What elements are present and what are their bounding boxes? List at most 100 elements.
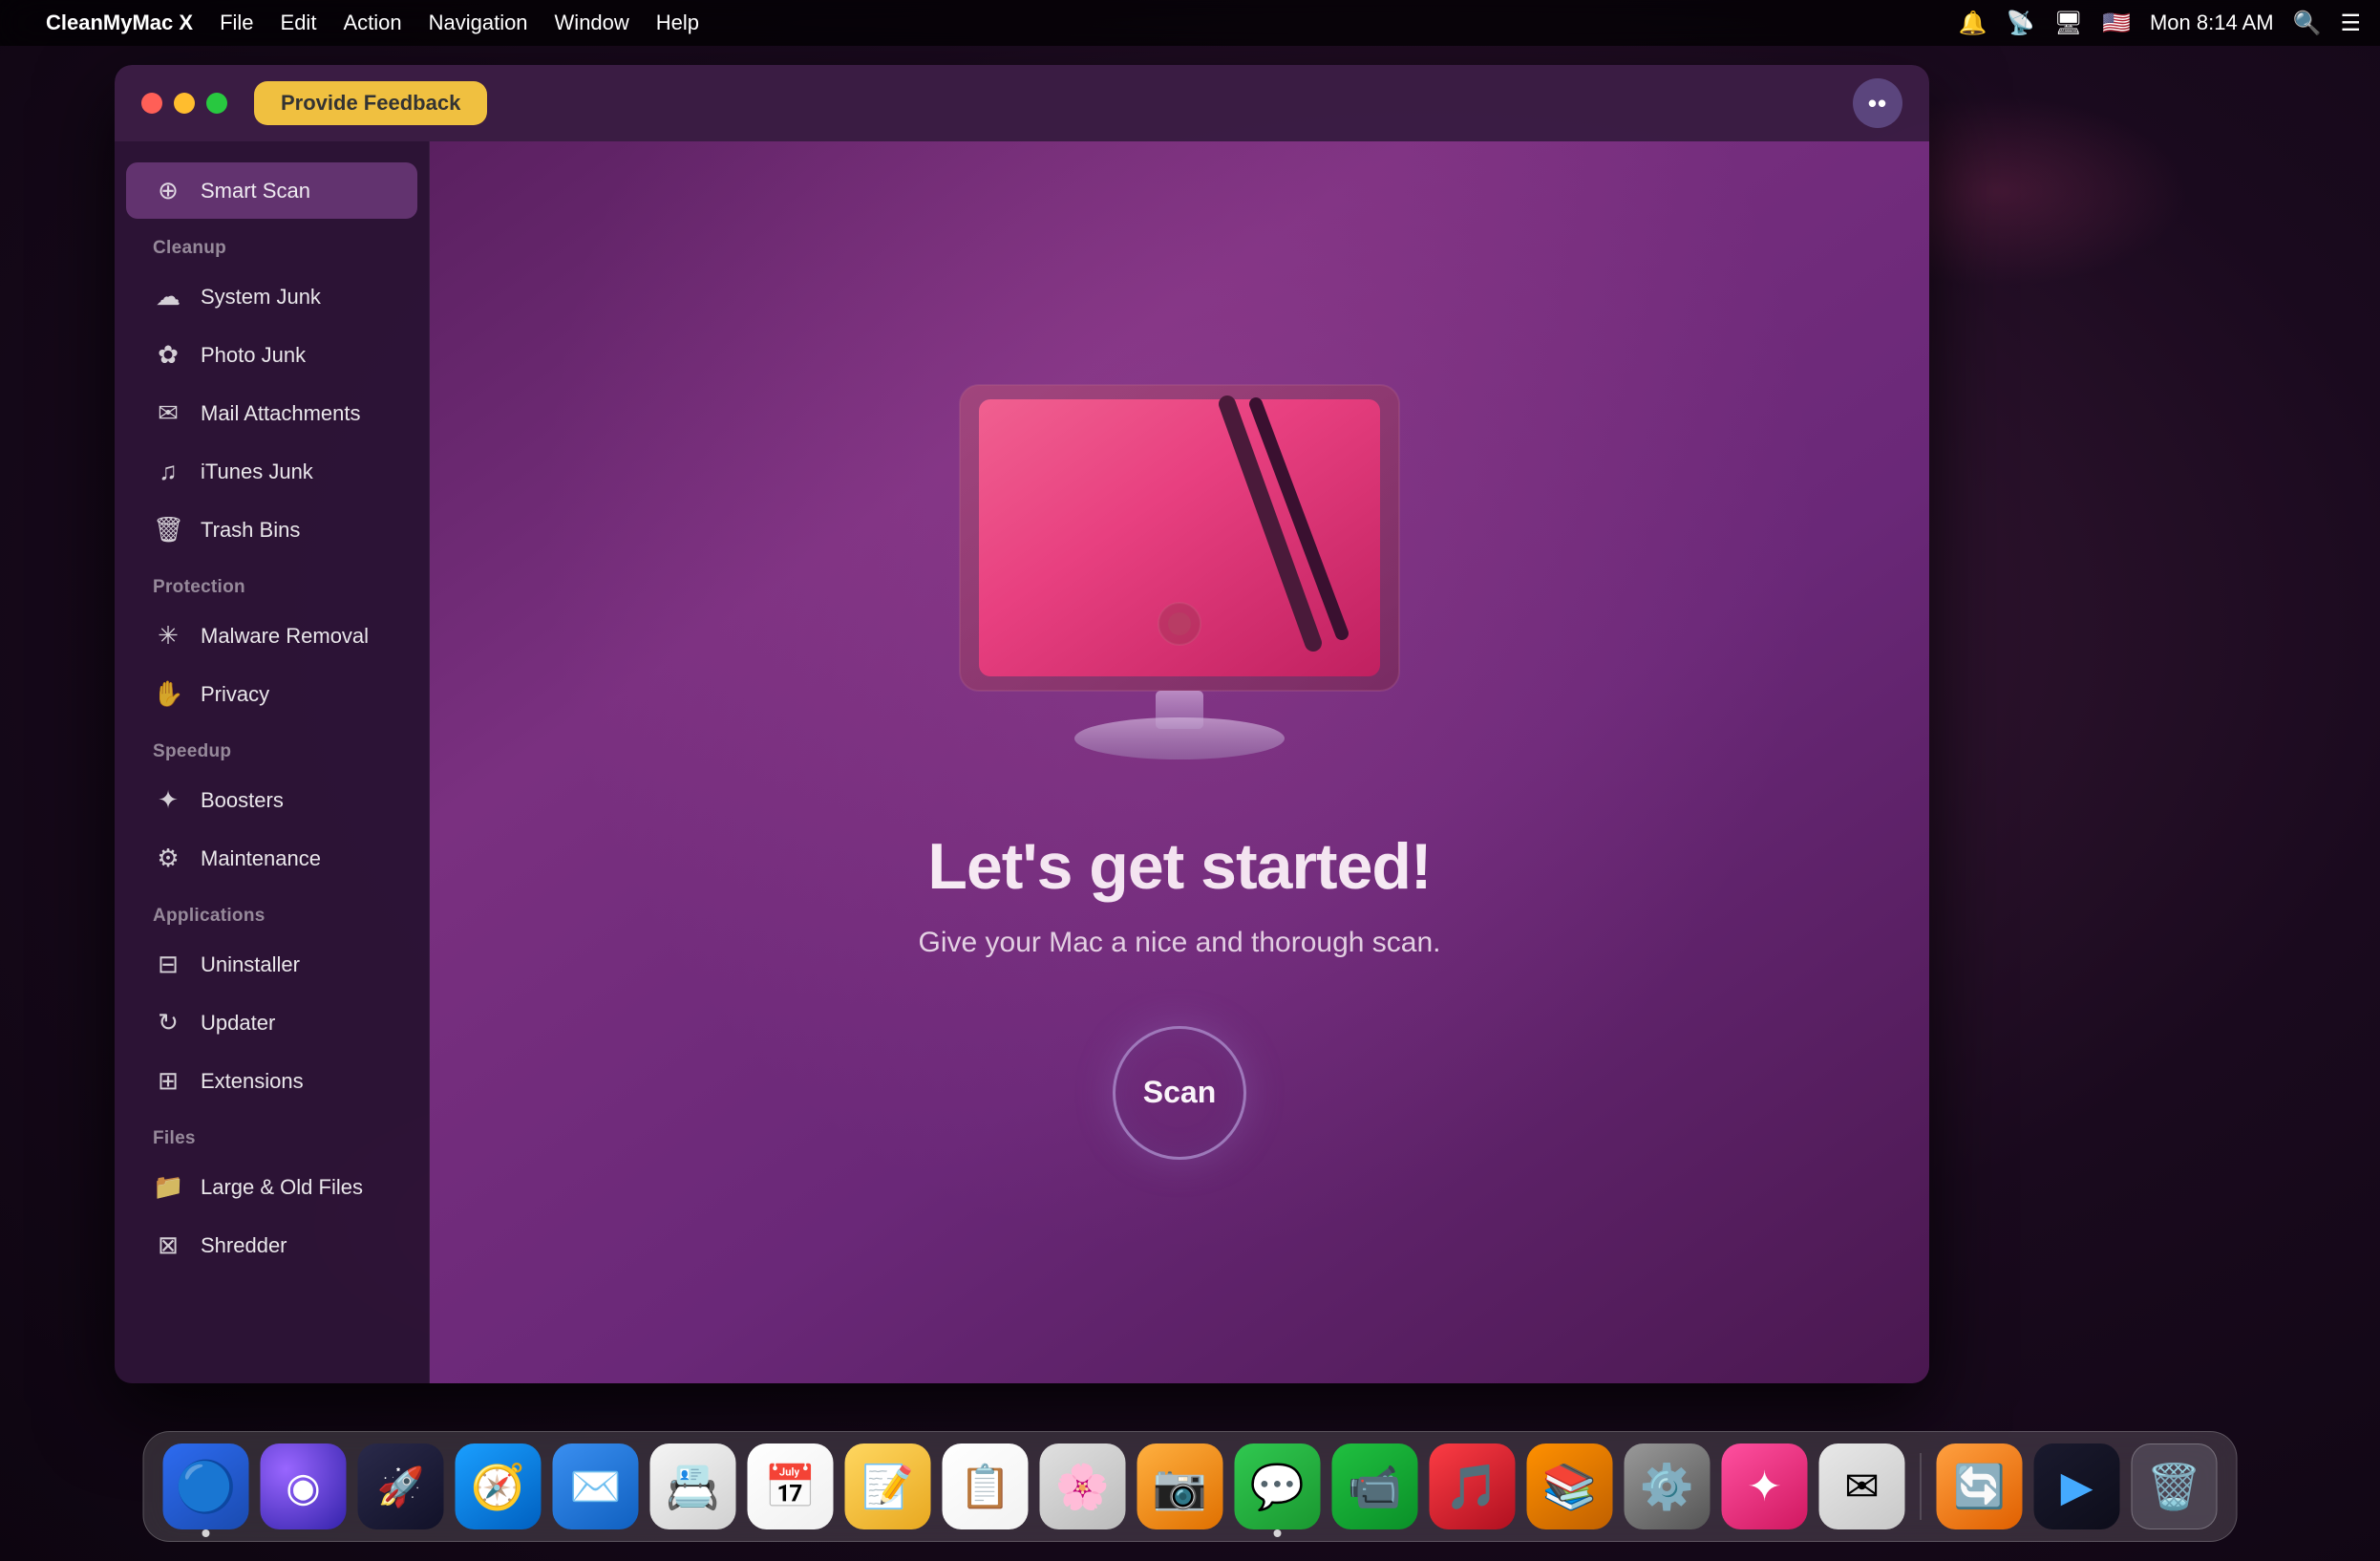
sidebar-label-malware-removal: Malware Removal <box>201 624 369 649</box>
sidebar-item-large-old-files[interactable]: 📁 Large & Old Files <box>126 1159 417 1215</box>
boosters-icon: ✦ <box>153 785 183 815</box>
sidebar-item-updater[interactable]: ↻ Updater <box>126 994 417 1051</box>
updater-icon: ↻ <box>153 1008 183 1037</box>
menubar: CleanMyMac X File Edit Action Navigation… <box>0 0 2380 46</box>
sidebar-label-smart-scan: Smart Scan <box>201 179 310 203</box>
speedup-section-header: Speedup <box>126 724 417 770</box>
main-content: Let's get started! Give your Mac a nice … <box>430 141 1929 1383</box>
sidebar-item-photo-junk[interactable]: ✿ Photo Junk <box>126 327 417 383</box>
dock-item-calendar[interactable]: 📅 <box>748 1443 834 1529</box>
minimize-button[interactable] <box>174 93 195 114</box>
menubar-time: Mon 8:14 AM <box>2150 11 2274 35</box>
dock-item-notes[interactable]: 📝 <box>845 1443 931 1529</box>
sidebar-item-boosters[interactable]: ✦ Boosters <box>126 772 417 828</box>
uninstaller-icon: ⊟ <box>153 950 183 979</box>
dock-item-player[interactable]: ▶ <box>2034 1443 2120 1529</box>
sidebar-item-smart-scan[interactable]: ⊕ Smart Scan <box>126 162 417 219</box>
music-icon: 🎵 <box>1445 1461 1499 1513</box>
photos-icon: 📷 <box>1153 1461 1207 1513</box>
search-icon[interactable]: 🔍 <box>2293 10 2322 37</box>
notification-icon[interactable]: 🔔 <box>1959 10 1987 37</box>
dock-item-mail[interactable]: ✉️ <box>553 1443 639 1529</box>
control-center-icon[interactable]: ☰ <box>2340 10 2361 37</box>
dock-item-trash[interactable]: 🗑️ <box>2132 1443 2218 1529</box>
menubar-help[interactable]: Help <box>656 11 699 35</box>
sidebar-item-malware-removal[interactable]: ✳ Malware Removal <box>126 608 417 664</box>
dock-item-reminders[interactable]: 📋 <box>943 1443 1029 1529</box>
sidebar-label-photo-junk: Photo Junk <box>201 343 306 368</box>
sidebar-label-privacy: Privacy <box>201 682 269 707</box>
menubar-app-name[interactable]: CleanMyMac X <box>46 11 193 35</box>
dock-item-photos-app[interactable]: 🌸 <box>1040 1443 1126 1529</box>
sidebar-item-trash-bins[interactable]: 🗑 Trash Bins <box>126 502 417 558</box>
extensions-icon: ⊞ <box>153 1066 183 1096</box>
imac-svg <box>903 366 1456 767</box>
sidebar-label-extensions: Extensions <box>201 1069 304 1094</box>
app-window: Provide Feedback •• ⊕ Smart Scan Cleanup… <box>115 65 1929 1383</box>
system-junk-icon: ☁ <box>153 282 183 311</box>
notes-icon: 📝 <box>861 1462 914 1511</box>
privacy-icon: ✋ <box>153 679 183 709</box>
dock-item-facetime[interactable]: 📹 <box>1332 1443 1418 1529</box>
airdrop-icon[interactable]: 📡 <box>2007 10 2035 37</box>
main-subheadline: Give your Mac a nice and thorough scan. <box>919 927 1441 959</box>
dock-item-contacts[interactable]: 📇 <box>650 1443 736 1529</box>
menubar-file[interactable]: File <box>220 11 253 35</box>
menubar-navigation[interactable]: Navigation <box>429 11 528 35</box>
cleanup-section-header: Cleanup <box>126 221 417 267</box>
system-preferences-icon: ⚙️ <box>1640 1461 1694 1513</box>
sidebar-item-privacy[interactable]: ✋ Privacy <box>126 666 417 722</box>
dock-item-unknown[interactable]: 🔄 <box>1937 1443 2023 1529</box>
sidebar-item-mail-attachments[interactable]: ✉ Mail Attachments <box>126 385 417 441</box>
contacts-icon: 📇 <box>666 1461 720 1513</box>
books-icon: 📚 <box>1542 1461 1597 1513</box>
menubar-action[interactable]: Action <box>343 11 401 35</box>
player-icon: ▶ <box>2061 1463 2093 1511</box>
sidebar-label-large-old-files: Large & Old Files <box>201 1175 363 1200</box>
dock-item-finder[interactable]: 🔵 <box>163 1443 249 1529</box>
sidebar-item-extensions[interactable]: ⊞ Extensions <box>126 1053 417 1109</box>
dock-item-music[interactable]: 🎵 <box>1430 1443 1516 1529</box>
maximize-button[interactable] <box>206 93 227 114</box>
provide-feedback-button[interactable]: Provide Feedback <box>254 81 487 125</box>
window-more-button[interactable]: •• <box>1853 78 1902 128</box>
flag-icon[interactable]: 🇺🇸 <box>2102 10 2131 37</box>
dock-item-launchpad[interactable]: 🚀 <box>358 1443 444 1529</box>
sidebar-item-system-junk[interactable]: ☁ System Junk <box>126 268 417 325</box>
menubar-window[interactable]: Window <box>555 11 629 35</box>
itunes-junk-icon: ♫ <box>153 457 183 486</box>
dock-item-messages[interactable]: 💬 <box>1235 1443 1321 1529</box>
sidebar-label-shredder: Shredder <box>201 1233 287 1258</box>
sidebar-label-uninstaller: Uninstaller <box>201 952 300 977</box>
finder-dot <box>202 1529 210 1537</box>
menubar-edit[interactable]: Edit <box>281 11 317 35</box>
sidebar-item-uninstaller[interactable]: ⊟ Uninstaller <box>126 936 417 993</box>
sidebar-item-itunes-junk[interactable]: ♫ iTunes Junk <box>126 443 417 500</box>
maintenance-icon: ⚙ <box>153 844 183 873</box>
dock-item-cleanmymac[interactable]: ✦ <box>1722 1443 1808 1529</box>
facetime-icon: 📹 <box>1348 1461 1402 1513</box>
protection-section-header: Protection <box>126 560 417 606</box>
dock-item-siri[interactable]: ◉ <box>261 1443 347 1529</box>
dock-item-mailplane[interactable]: ✉ <box>1819 1443 1905 1529</box>
unknown-icon: 🔄 <box>1953 1462 2006 1511</box>
sidebar-label-system-junk: System Junk <box>201 285 321 310</box>
sidebar-label-updater: Updater <box>201 1011 275 1036</box>
dock-item-books[interactable]: 📚 <box>1527 1443 1613 1529</box>
scan-button[interactable]: Scan <box>1113 1026 1246 1160</box>
dock-item-system-preferences[interactable]: ⚙️ <box>1625 1443 1711 1529</box>
dock-item-safari[interactable]: 🧭 <box>456 1443 542 1529</box>
large-old-files-icon: 📁 <box>153 1172 183 1202</box>
trash-bins-icon: 🗑 <box>153 515 183 545</box>
dock-item-photos[interactable]: 📷 <box>1137 1443 1223 1529</box>
sidebar-item-maintenance[interactable]: ⚙ Maintenance <box>126 830 417 887</box>
messages-icon: 💬 <box>1250 1461 1305 1513</box>
photo-junk-icon: ✿ <box>153 340 183 370</box>
imac-illustration <box>903 366 1456 772</box>
screen-icon[interactable]: 🖥 <box>2054 10 2083 37</box>
dock-separator <box>1921 1453 1922 1520</box>
close-button[interactable] <box>141 93 162 114</box>
shredder-icon: ⊠ <box>153 1230 183 1260</box>
sidebar-label-boosters: Boosters <box>201 788 284 813</box>
sidebar-item-shredder[interactable]: ⊠ Shredder <box>126 1217 417 1273</box>
